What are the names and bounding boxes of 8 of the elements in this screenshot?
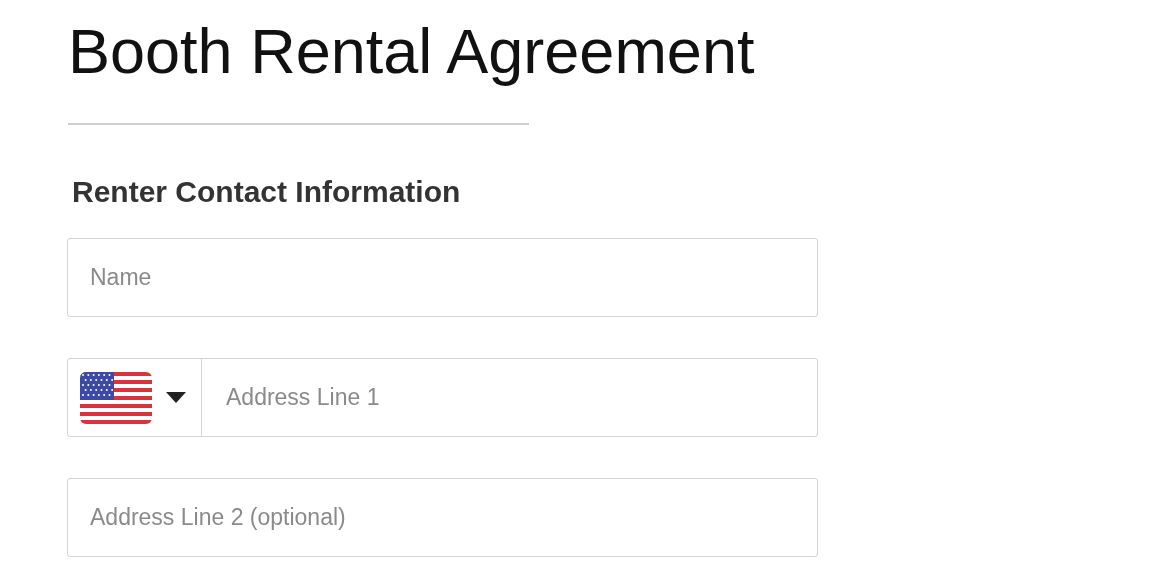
text-field[interactable]: Name xyxy=(67,238,818,317)
text-field[interactable]: Address Line 2 (optional) xyxy=(67,478,818,557)
section-heading: Renter Contact Information xyxy=(72,174,461,210)
address-input[interactable]: Address Line 1 xyxy=(202,359,817,436)
address-field[interactable]: Address Line 1 xyxy=(67,358,818,437)
page-title: Booth Rental Agreement xyxy=(67,15,755,88)
caret-icon xyxy=(166,392,186,403)
flag-icon xyxy=(80,371,152,424)
